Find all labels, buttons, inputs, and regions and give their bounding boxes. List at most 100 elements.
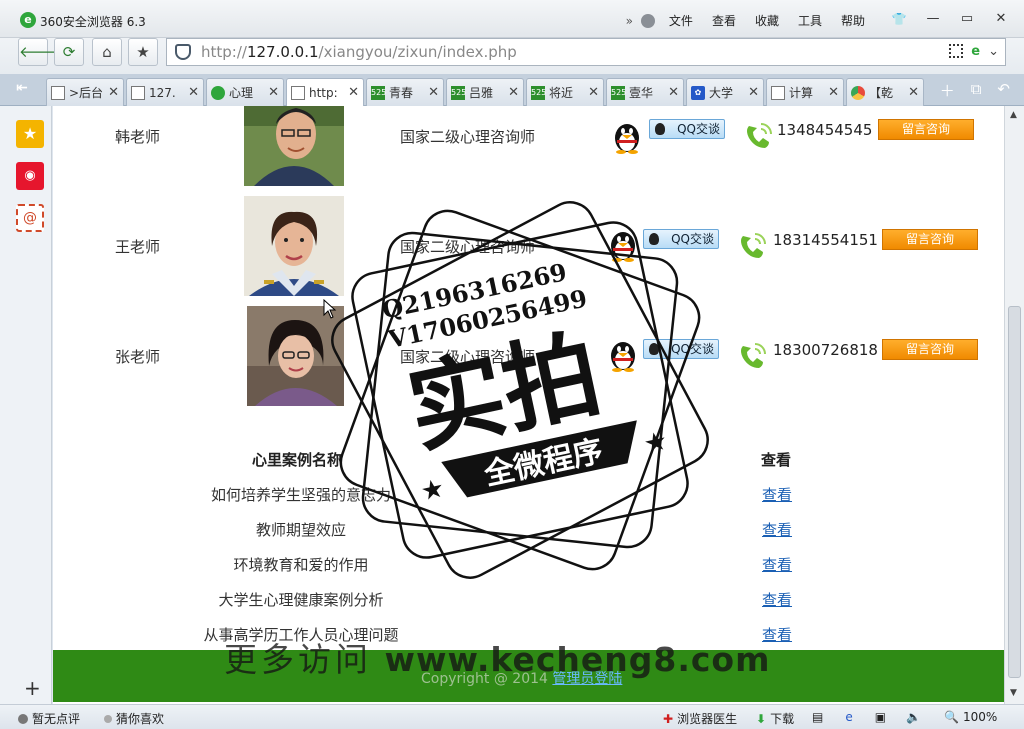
qq-chat-button[interactable]: QQ交谈 — [643, 339, 719, 359]
tab-close-icon[interactable]: ✕ — [188, 85, 199, 100]
browser-tab[interactable]: 525 壹华 ✕ — [606, 78, 684, 106]
browser-sidebar: ★ ◉ @ + — [0, 106, 52, 704]
tab-label: 127. — [149, 85, 176, 100]
refresh-button[interactable]: ⟳ — [54, 38, 84, 66]
undo-close-icon[interactable]: ↶ — [997, 80, 1010, 101]
browser-tab[interactable]: 计算 ✕ — [766, 78, 844, 106]
browser-tab[interactable]: 525 青春 ✕ — [366, 78, 444, 106]
browser-tab[interactable]: 525 将近 ✕ — [526, 78, 604, 106]
teacher-title: 国家二级心理咨询师 — [400, 238, 536, 256]
tab-list-icon[interactable]: ⧉ — [971, 80, 982, 101]
menu-overflow-icon[interactable]: » — [626, 14, 633, 28]
tab-close-icon[interactable]: ✕ — [508, 85, 519, 100]
case-title: 大学生心理健康案例分析 — [218, 591, 384, 609]
phone-icon — [747, 123, 772, 148]
browser-tab[interactable]: 【乾 ✕ — [846, 78, 924, 106]
ie-mode-icon[interactable]: e — [971, 44, 980, 59]
case-title: 环境教育和爱的作用 — [233, 556, 369, 574]
tab-label: 【乾 — [869, 86, 894, 100]
vertical-scrollbar[interactable]: ▲ ▼ — [1004, 106, 1024, 704]
tab-close-icon[interactable]: ✕ — [908, 85, 919, 100]
download-manager[interactable]: ⬇ 下载 — [756, 710, 794, 727]
tab-favicon-icon — [291, 85, 305, 100]
browser-tab[interactable]: 127. ✕ — [126, 78, 204, 106]
volume-icon[interactable]: 🔈 — [906, 710, 921, 724]
browser-tab[interactable]: ✿ 大学 ✕ — [686, 78, 764, 106]
tab-close-icon[interactable]: ✕ — [428, 85, 439, 100]
leave-message-button[interactable]: 留言咨询 — [878, 119, 974, 140]
qq-penguin-icon[interactable] — [609, 228, 637, 262]
weibo-icon[interactable]: ◉ — [16, 162, 44, 190]
teacher-name: 王老师 — [115, 238, 161, 256]
home-button[interactable]: ⌂ — [92, 38, 122, 66]
qr-code-icon[interactable] — [949, 44, 964, 58]
mail-icon[interactable]: @ — [16, 204, 44, 232]
skin-icon[interactable]: 👕 — [884, 8, 914, 30]
menu-file[interactable]: 文件 — [669, 12, 693, 29]
tab-label: >后台 — [69, 86, 104, 100]
tab-close-icon[interactable]: ✕ — [348, 85, 359, 100]
close-window-button[interactable]: ✕ — [986, 8, 1016, 30]
browser-doctor[interactable]: ✚ 浏览器医生 — [663, 710, 737, 727]
menu-help[interactable]: 帮助 — [841, 12, 865, 29]
case-view-link[interactable]: 查看 — [762, 484, 792, 505]
guess-icon — [104, 714, 112, 723]
teacher-phone: 18300726818 — [773, 341, 878, 359]
case-view-link[interactable]: 查看 — [762, 554, 792, 575]
address-dropdown-icon[interactable]: ⌄ — [988, 44, 999, 59]
tab-close-icon[interactable]: ✕ — [268, 85, 279, 100]
teacher-photo — [244, 196, 344, 296]
zoom-control[interactable]: 🔍 100% — [944, 710, 997, 724]
web-page-content: 韩老师 国家二级心理咨询师 QQ交谈 1348454545 留言咨询 王老师 国… — [53, 106, 1004, 704]
guess-you-like[interactable]: 猜你喜欢 — [104, 710, 164, 727]
menu-favorites[interactable]: 收藏 — [755, 12, 779, 29]
scroll-thumb[interactable] — [1008, 306, 1021, 678]
tab-bar: ⇤ >后台 ✕ 127. ✕ 心理 ✕ http: ✕ 525 青春 ✕ 525 吕雅 ✕ 525 将近 ✕ 52… — [0, 74, 1024, 106]
qq-penguin-icon[interactable] — [613, 120, 641, 154]
window-icon[interactable]: ▣ — [875, 710, 886, 724]
favorites-star-icon[interactable]: ★ — [16, 120, 44, 148]
browser-tab[interactable]: 心理 ✕ — [206, 78, 284, 106]
chat-icon[interactable]: ▤ — [812, 710, 823, 724]
qq-chat-button[interactable]: QQ交谈 — [643, 229, 719, 249]
teacher-photo — [247, 306, 344, 406]
browser-tab[interactable]: >后台 ✕ — [46, 78, 124, 106]
tab-close-icon[interactable]: ✕ — [668, 85, 679, 100]
new-tab-icon[interactable]: ＋ — [940, 80, 955, 101]
minimize-button[interactable]: — — [918, 8, 948, 30]
tab-close-icon[interactable]: ✕ — [588, 85, 599, 100]
sidebar-toggle-icon[interactable]: ⇤ — [16, 80, 28, 96]
case-view-link[interactable]: 查看 — [762, 519, 792, 540]
scroll-down-icon[interactable]: ▼ — [1010, 688, 1017, 698]
tab-favicon-icon — [211, 85, 225, 100]
menu-tools[interactable]: 工具 — [798, 12, 822, 29]
tab-close-icon[interactable]: ✕ — [828, 85, 839, 100]
back-button[interactable]: 🡐 — [18, 38, 59, 66]
teacher-row: 韩老师 国家二级心理咨询师 QQ交谈 1348454545 留言咨询 — [53, 106, 1004, 186]
case-view-link[interactable]: 查看 — [762, 589, 792, 610]
qq-chat-button[interactable]: QQ交谈 — [649, 119, 725, 139]
add-sidebar-icon[interactable]: + — [24, 676, 41, 700]
qq-penguin-icon[interactable] — [609, 338, 637, 372]
browser-tab[interactable]: http: ✕ — [286, 78, 364, 106]
url-text[interactable]: http://127.0.0.1/xiangyou/zixun/index.ph… — [201, 43, 517, 61]
user-icon[interactable] — [640, 13, 655, 28]
menu-view[interactable]: 查看 — [712, 12, 736, 29]
leave-message-button[interactable]: 留言咨询 — [882, 229, 978, 250]
scroll-up-icon[interactable]: ▲ — [1010, 110, 1017, 120]
maximize-button[interactable]: ▭ — [952, 8, 982, 30]
ie-icon[interactable]: e — [845, 710, 852, 724]
tab-close-icon[interactable]: ✕ — [748, 85, 759, 100]
teacher-row: 王老师 国家二级心理咨询师 QQ交谈 18314554151 留言咨询 — [53, 196, 1004, 296]
tab-favicon-icon: 525 — [611, 85, 626, 100]
rating-status[interactable]: 暂无点评 — [18, 710, 80, 727]
leave-message-button[interactable]: 留言咨询 — [882, 339, 978, 360]
tab-favicon-icon — [851, 85, 865, 100]
favorite-star-button[interactable]: ★ — [128, 38, 158, 66]
browser-tab[interactable]: 525 吕雅 ✕ — [446, 78, 524, 106]
window-controls: 👕 — ▭ ✕ — [884, 8, 1016, 30]
title-bar: e 360安全浏览器 6.3 » 文件 查看 收藏 工具 帮助 👕 — ▭ ✕ — [0, 0, 1024, 38]
teacher-photo — [244, 106, 344, 186]
address-bar[interactable]: http://127.0.0.1/xiangyou/zixun/index.ph… — [166, 38, 1006, 66]
tab-close-icon[interactable]: ✕ — [108, 85, 119, 100]
